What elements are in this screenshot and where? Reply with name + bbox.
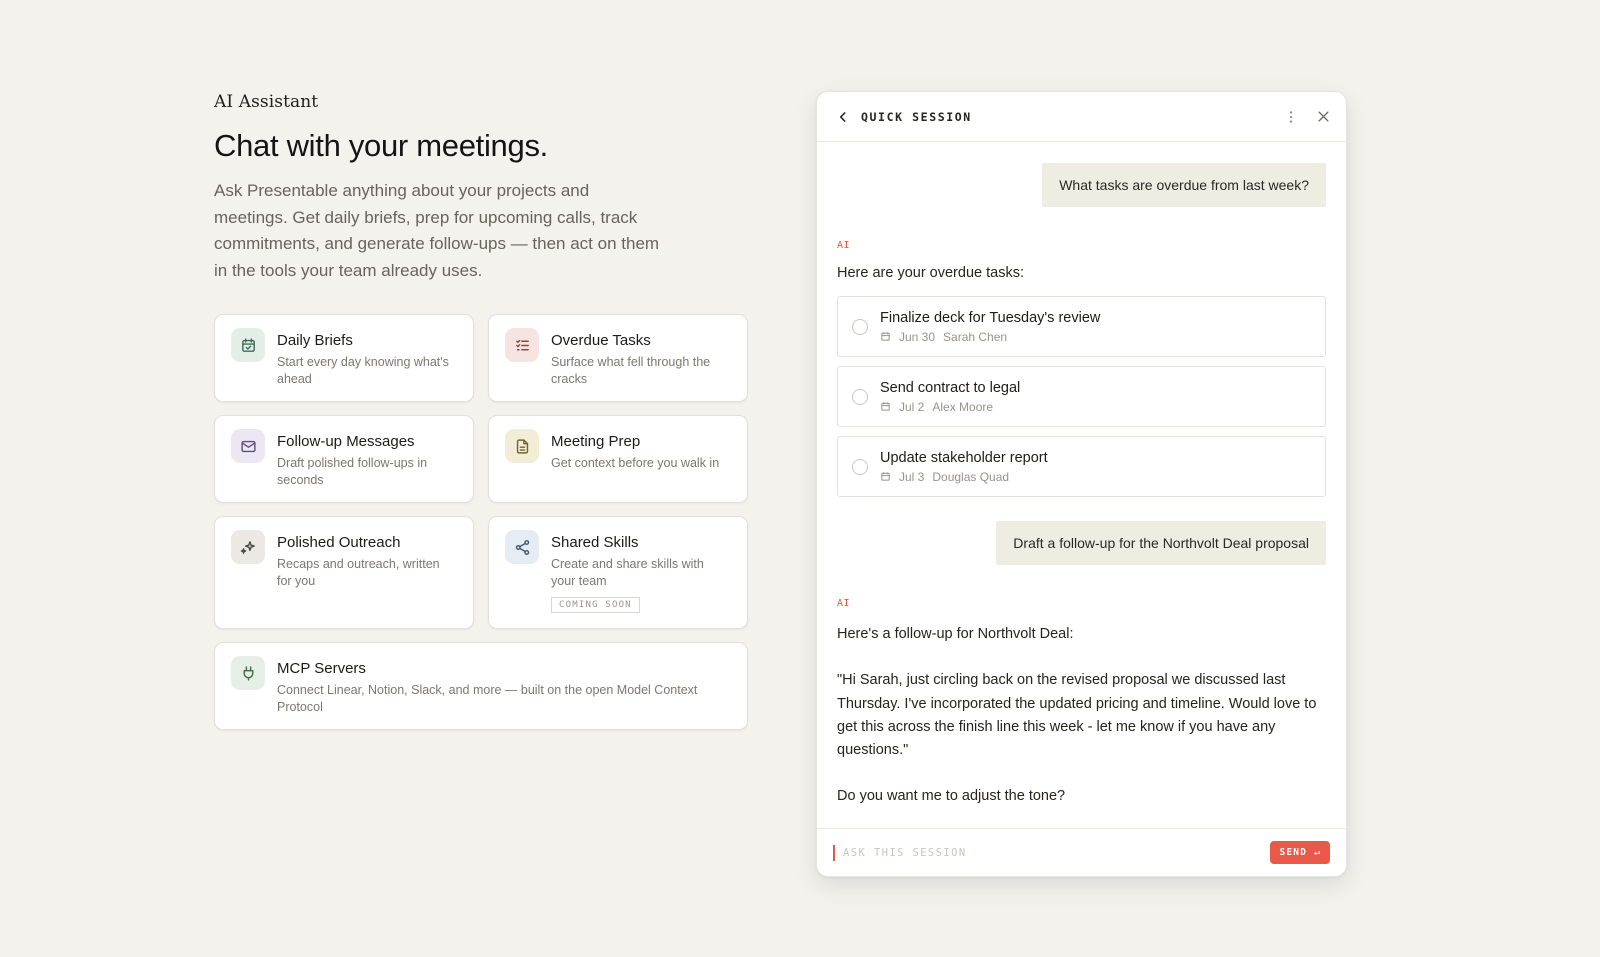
feature-description: Create and share skills with your team xyxy=(551,557,704,588)
task-list: Finalize deck for Tuesday's review Jun 3… xyxy=(837,296,1326,497)
feature-title: Follow-up Messages xyxy=(277,433,415,450)
calendar-icon xyxy=(881,332,890,341)
feature-description: Get context before you walk in xyxy=(551,456,720,470)
chevron-left-icon xyxy=(839,111,846,122)
feature-title: Meeting Prep xyxy=(551,433,641,450)
session-title: QUICK SESSION xyxy=(861,109,972,124)
calendar-check-icon xyxy=(231,328,265,362)
hero-section: AI Assistant Chat with your meetings. As… xyxy=(214,92,749,730)
task-checkbox[interactable] xyxy=(852,458,868,475)
task-item[interactable]: Finalize deck for Tuesday's review Jun 3… xyxy=(837,296,1326,357)
share-icon xyxy=(505,530,539,564)
close-icon xyxy=(1318,111,1328,122)
mail-icon xyxy=(231,429,265,463)
feature-card-polished-outreach[interactable]: Polished Outreach Recaps and outreach, w… xyxy=(214,516,474,629)
task-item[interactable]: Send contract to legal Jul 2 Alex Moore xyxy=(837,366,1326,427)
eyebrow-label: AI Assistant xyxy=(214,92,319,112)
feature-description: Surface what fell through the cracks xyxy=(551,355,711,386)
feature-description: Draft polished follow-ups in seconds xyxy=(277,456,428,487)
task-title: Finalize deck for Tuesday's review xyxy=(880,309,1101,326)
task-title: Update stakeholder report xyxy=(880,449,1048,466)
list-check-icon xyxy=(505,328,539,362)
user-message: What tasks are overdue from last week? xyxy=(1042,163,1326,207)
chat-header: QUICK SESSION xyxy=(817,92,1346,142)
task-checkbox[interactable] xyxy=(852,388,868,405)
task-checkbox[interactable] xyxy=(852,318,868,335)
feature-card-follow-up-messages[interactable]: Follow-up Messages Draft polished follow… xyxy=(214,415,474,503)
ai-label: AI xyxy=(837,240,851,251)
ai-message-intro: Here's a follow-up for Northvolt Deal: xyxy=(837,626,1074,642)
feature-grid: Daily Briefs Start every day knowing wha… xyxy=(214,314,749,730)
feature-card-overdue-tasks[interactable]: Overdue Tasks Surface what fell through … xyxy=(488,314,748,402)
plug-icon xyxy=(231,656,265,690)
intro-paragraph: Ask Presentable anything about your proj… xyxy=(214,181,660,280)
task-owner: Douglas Quad xyxy=(932,469,1010,484)
ai-message-draft: "Hi Sarah, just circling back on the rev… xyxy=(837,672,1317,759)
feature-description: Start every day knowing what's ahead xyxy=(277,355,449,386)
chat-panel: QUICK SESSION What tasks are overdue fro… xyxy=(816,91,1347,877)
feature-title: MCP Servers xyxy=(277,660,366,677)
feature-card-shared-skills[interactable]: Shared Skills Create and share skills wi… xyxy=(488,516,748,629)
feature-description: Connect Linear, Notion, Slack, and more … xyxy=(277,683,698,714)
ai-message-followup-question: Do you want me to adjust the tone? xyxy=(837,788,1066,805)
ai-label: AI xyxy=(837,598,851,609)
task-title: Send contract to legal xyxy=(880,379,1021,396)
ai-message-intro: Here are your overdue tasks: xyxy=(837,265,1024,281)
task-owner: Sarah Chen xyxy=(943,329,1008,344)
calendar-icon xyxy=(881,472,890,481)
more-vertical-icon xyxy=(1289,110,1293,123)
page-title: Chat with your meetings. xyxy=(214,128,548,163)
session-input[interactable] xyxy=(843,846,1271,859)
coming-soon-badge: COMING SOON xyxy=(551,597,640,613)
feature-card-daily-briefs[interactable]: Daily Briefs Start every day knowing wha… xyxy=(214,314,474,402)
task-owner: Alex Moore xyxy=(932,399,994,414)
feature-card-meeting-prep[interactable]: Meeting Prep Get context before you walk… xyxy=(488,415,748,503)
task-date: Jul 3 xyxy=(899,469,925,484)
feature-card-mcp-servers[interactable]: MCP Servers Connect Linear, Notion, Slac… xyxy=(214,642,748,730)
text-cursor xyxy=(833,844,835,861)
task-item[interactable]: Update stakeholder report Jul 3 Douglas … xyxy=(837,436,1326,497)
close-button[interactable] xyxy=(1314,108,1332,126)
task-date: Jun 30 xyxy=(899,329,936,344)
chat-thread: What tasks are overdue from last week? A… xyxy=(817,142,1346,809)
back-button[interactable] xyxy=(835,109,851,125)
user-message: Draft a follow-up for the Northvolt Deal… xyxy=(996,521,1326,565)
feature-description: Recaps and outreach, written for you xyxy=(277,557,440,588)
feature-title: Overdue Tasks xyxy=(551,332,651,349)
more-options-button[interactable] xyxy=(1282,108,1300,126)
task-date: Jul 2 xyxy=(899,399,925,414)
document-icon xyxy=(505,429,539,463)
feature-title: Shared Skills xyxy=(551,534,639,551)
sparkle-icon xyxy=(231,530,265,564)
send-button[interactable]: SEND ↵ xyxy=(1270,841,1330,864)
calendar-icon xyxy=(881,402,890,411)
chat-composer: SEND ↵ xyxy=(817,828,1346,876)
feature-title: Polished Outreach xyxy=(277,534,401,551)
feature-title: Daily Briefs xyxy=(277,332,353,349)
